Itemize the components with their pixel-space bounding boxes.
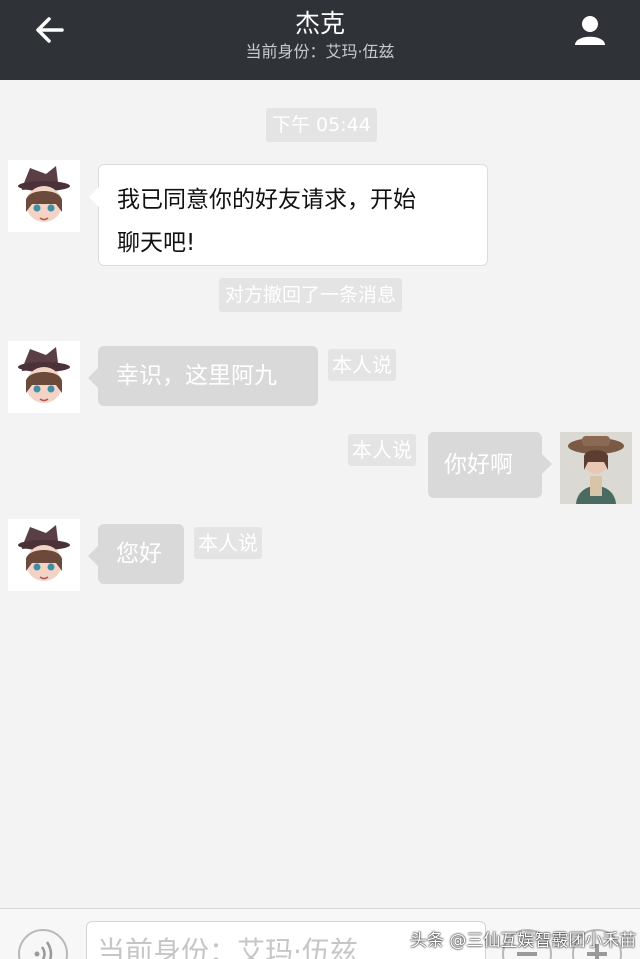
avatar-image <box>8 341 80 413</box>
contact-avatar[interactable] <box>8 519 80 591</box>
contact-avatar[interactable] <box>8 160 80 232</box>
chat-title: 杰克 <box>294 9 345 38</box>
greeting-message-bubble[interactable]: 我已同意你的好友请求，开始 聊天吧! <box>89 164 488 266</box>
greeting-message-line-2: 聊天吧! <box>117 230 196 256</box>
sent-message-bubble[interactable]: 你好啊 <box>428 432 552 498</box>
recall-notice: 对方撤回了一条消息 <box>219 278 403 312</box>
sound-wave-icon <box>34 941 53 959</box>
current-identity-label: 当前身份：艾玛·伍兹 <box>245 42 395 61</box>
received-message-bubble[interactable]: 您好 <box>88 524 184 584</box>
top-bar: 杰克 当前身份：艾玛·伍兹 <box>0 0 640 80</box>
avatar-image <box>8 160 80 232</box>
received-message-bubble[interactable]: 幸识，这里阿九 <box>88 346 318 406</box>
timestamp-label: 下午 05:44 <box>266 108 377 142</box>
input-placeholder: 当前身份：艾玛·伍兹 <box>97 935 358 959</box>
message-text: 幸识，这里阿九 <box>116 363 277 389</box>
greeting-message-line-1: 我已同意你的好友请求，开始 <box>117 187 416 213</box>
message-text: 你好啊 <box>444 452 513 478</box>
user-profile-icon[interactable] <box>570 10 610 50</box>
self-said-badge: 本人说 <box>194 527 262 559</box>
avatar-image <box>560 432 632 504</box>
avatar-image <box>8 519 80 591</box>
contact-avatar[interactable] <box>8 341 80 413</box>
self-said-badge: 本人说 <box>348 434 416 466</box>
message-text: 您好 <box>116 541 162 567</box>
watermark-text: 头条 @三仙互娱智霰团小禾苗 <box>410 931 637 951</box>
voice-input-button[interactable] <box>18 929 68 959</box>
self-said-badge: 本人说 <box>328 349 396 381</box>
my-avatar[interactable] <box>560 432 632 504</box>
